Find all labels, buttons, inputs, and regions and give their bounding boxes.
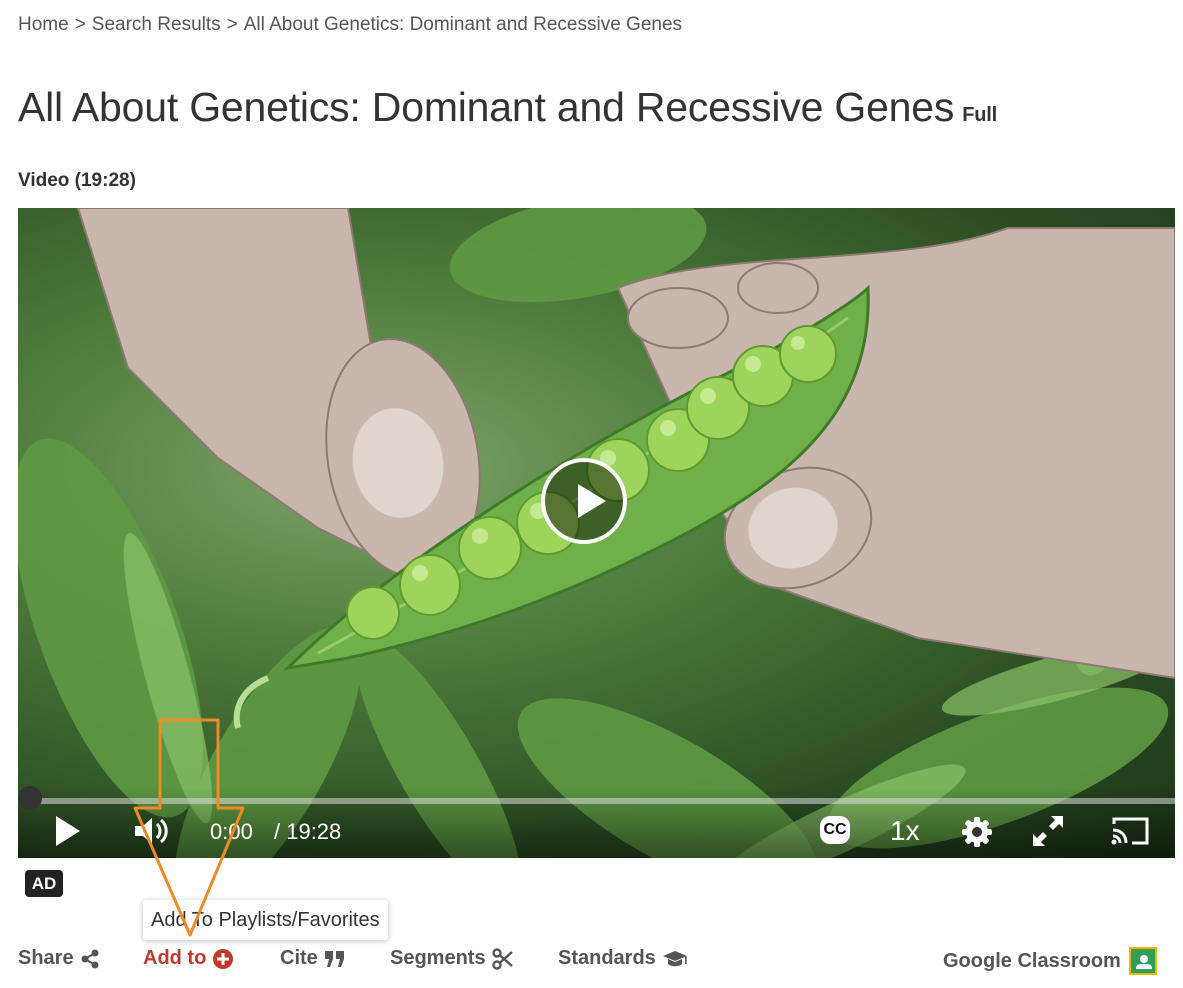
share-label: Share	[18, 947, 74, 969]
breadcrumb-home-link[interactable]: Home	[18, 14, 69, 35]
plus-circle-icon	[213, 948, 234, 969]
standards-label: Standards	[558, 947, 656, 969]
google-classroom-button[interactable]: Google Classroom	[943, 947, 1157, 975]
quote-icon	[324, 950, 344, 967]
standards-button[interactable]: Standards	[558, 947, 688, 970]
breadcrumb: Home > Search Results > All About Genetics: …	[18, 14, 682, 36]
share-icon	[81, 949, 99, 968]
add-to-button[interactable]: Add to	[143, 947, 234, 970]
action-bar: Share Add to Cite Segments Standards Goo…	[18, 944, 1175, 975]
page-title-text: All About Genetics: Dominant and Recessi…	[18, 84, 955, 130]
breadcrumb-search-results-link[interactable]: Search Results	[92, 14, 221, 35]
progress-scrub-handle[interactable]	[18, 786, 42, 810]
segments-button[interactable]: Segments	[390, 947, 514, 970]
google-classroom-icon	[1128, 947, 1157, 975]
audio-description-badge[interactable]: AD	[25, 870, 63, 897]
add-to-tooltip: Add To Playlists/Favorites	[143, 900, 388, 940]
graduation-cap-icon	[662, 950, 687, 966]
cite-label: Cite	[280, 947, 318, 969]
video-duration-label: Video (19:28)	[18, 170, 136, 191]
add-to-label: Add to	[143, 947, 207, 969]
breadcrumb-separator: >	[74, 14, 86, 35]
playback-speed-button[interactable]: 1x	[890, 815, 920, 847]
scissors-icon	[491, 947, 513, 970]
big-play-button[interactable]	[541, 458, 627, 544]
page-title: All About Genetics: Dominant and Recessi…	[18, 84, 997, 131]
cast-icon[interactable]	[1110, 816, 1150, 846]
gear-icon[interactable]	[961, 816, 993, 848]
google-classroom-label: Google Classroom	[943, 949, 1121, 972]
breadcrumb-current: All About Genetics: Dominant and Recessi…	[243, 14, 683, 35]
play-icon[interactable]	[56, 816, 80, 846]
volume-icon[interactable]	[133, 815, 173, 847]
current-time: 0:00	[210, 819, 253, 844]
share-button[interactable]: Share	[18, 947, 100, 970]
cite-button[interactable]: Cite	[280, 947, 346, 970]
breadcrumb-separator: >	[226, 14, 238, 35]
video-player[interactable]: 0:00 / 19:28 CC 1x	[18, 208, 1175, 858]
total-time: / 19:28	[274, 819, 342, 844]
closed-captions-button[interactable]: CC	[820, 816, 850, 844]
fullscreen-icon[interactable]	[1031, 814, 1065, 848]
segments-label: Segments	[390, 947, 486, 969]
full-tag: Full	[962, 104, 997, 126]
control-bar	[18, 788, 1175, 858]
progress-bar[interactable]	[30, 798, 1175, 804]
